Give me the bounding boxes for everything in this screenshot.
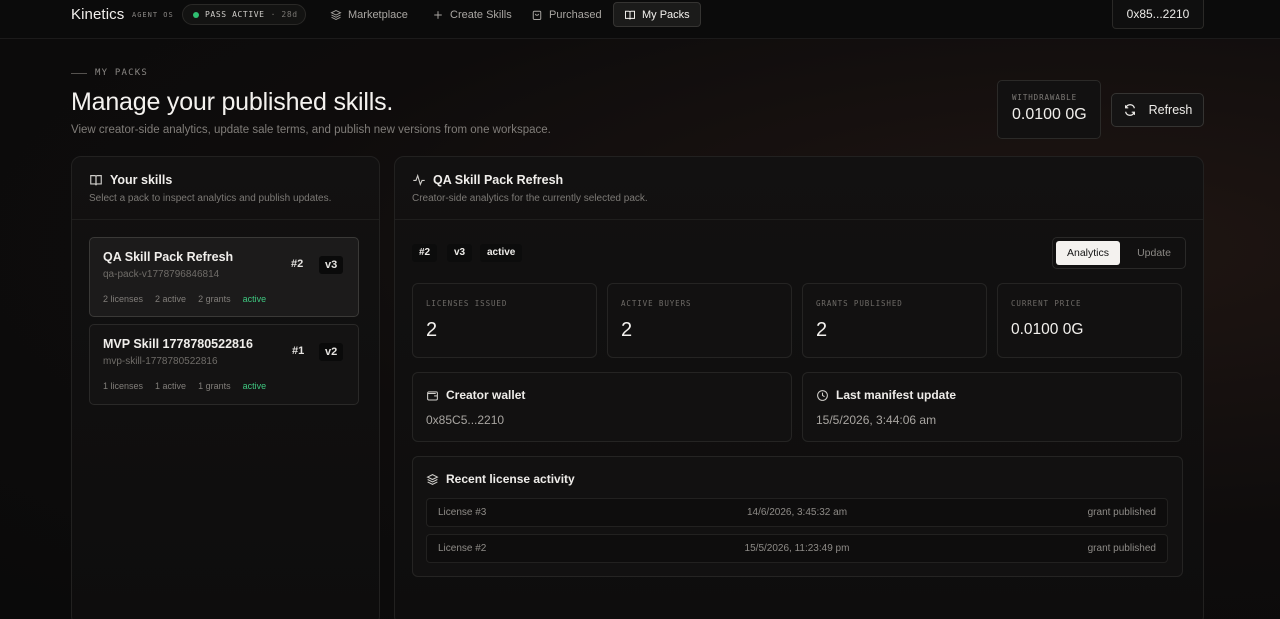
status-badge: active xyxy=(242,381,267,391)
nav-my-packs[interactable]: My Packs xyxy=(613,2,701,27)
refresh-label: Refresh xyxy=(1148,103,1193,117)
pass-days: · 28d xyxy=(270,10,298,19)
skills-panel-header: Your skills Select a pack to inspect ana… xyxy=(72,157,379,220)
pass-status-badge: PASS ACTIVE · 28d xyxy=(182,4,306,25)
manifest-update-label: Last manifest update xyxy=(816,388,956,402)
layers-icon xyxy=(330,9,342,20)
wallet-button[interactable]: 0x85...2210 xyxy=(1112,0,1204,29)
skill-slug: qa-pack-v1778796846814 xyxy=(103,269,220,280)
skill-version-badge: v2 xyxy=(319,343,344,361)
detail-panel-title: QA Skill Pack Refresh xyxy=(412,173,563,187)
stat-licenses-issued: LICENSES ISSUED 2 xyxy=(412,283,597,358)
manifest-update-value: 15/5/2026, 3:44:06 am xyxy=(816,413,937,427)
stat-grants-published: GRANTS PUBLISHED 2 xyxy=(802,283,987,358)
skills-panel-subtitle: Select a pack to inspect analytics and p… xyxy=(89,193,332,204)
activity-row[interactable]: License #2 15/5/2026, 11:23:49 pm grant … xyxy=(426,534,1168,563)
brand-logo[interactable]: Kinetics xyxy=(71,6,124,23)
withdrawable-card: WITHDRAWABLE 0.0100 0G xyxy=(997,80,1101,139)
eyebrow: MY PACKS xyxy=(71,68,148,78)
skill-card-qa-pack[interactable]: QA Skill Pack Refresh qa-pack-v177879684… xyxy=(89,237,359,317)
skill-name: MVP Skill 1778780522816 xyxy=(103,337,253,351)
skill-stats: 1 licenses 1 active 1 grants active xyxy=(103,381,267,391)
activity-row[interactable]: License #3 14/6/2026, 3:45:32 am grant p… xyxy=(426,498,1168,527)
skill-number: #1 xyxy=(292,345,305,357)
skill-stats: 2 licenses 2 active 2 grants active xyxy=(103,294,267,304)
recent-activity-card: Recent license activity License #3 14/6/… xyxy=(412,456,1183,577)
eyebrow-label: MY PACKS xyxy=(95,68,148,78)
book-icon xyxy=(90,175,102,186)
stat-current-price: CURRENT PRICE 0.0100 0G xyxy=(997,283,1182,358)
withdrawable-value: 0.0100 0G xyxy=(1012,106,1087,123)
bag-icon xyxy=(532,10,542,20)
view-tabs: Analytics Update xyxy=(1052,237,1186,269)
skill-name: QA Skill Pack Refresh xyxy=(103,250,234,264)
pack-version-tag: v3 xyxy=(447,244,473,262)
skills-panel: Your skills Select a pack to inspect ana… xyxy=(71,156,380,619)
skill-version-badge: v3 xyxy=(319,256,344,274)
nav-create-skills[interactable]: Create Skills xyxy=(422,2,522,27)
creator-wallet-card: Creator wallet 0x85C5...2210 xyxy=(412,372,792,442)
status-badge: active xyxy=(242,294,267,304)
brand-subtitle: AGENT OS xyxy=(132,11,174,19)
pack-status-tag: active xyxy=(480,244,523,262)
stat-active-buyers: ACTIVE BUYERS 2 xyxy=(607,283,792,358)
top-nav: Kinetics AGENT OS PASS ACTIVE · 28d Mark… xyxy=(0,0,1280,39)
nav-marketplace[interactable]: Marketplace xyxy=(320,2,418,27)
page-subtitle: View creator-side analytics, update sale… xyxy=(71,124,551,136)
refresh-icon xyxy=(1124,104,1135,116)
eyebrow-line xyxy=(71,72,87,74)
tab-analytics[interactable]: Analytics xyxy=(1056,241,1120,265)
creator-wallet-label: Creator wallet xyxy=(426,388,525,402)
manifest-update-card: Last manifest update 15/5/2026, 3:44:06 … xyxy=(802,372,1182,442)
activity-pulse-icon xyxy=(413,173,425,187)
pack-number-tag: #2 xyxy=(412,244,438,262)
nav-purchased[interactable]: Purchased xyxy=(521,2,612,27)
skill-number: #2 xyxy=(291,258,304,270)
plus-icon xyxy=(434,10,442,19)
skills-panel-title: Your skills xyxy=(89,173,172,187)
skill-card-mvp-skill[interactable]: MVP Skill 1778780522816 mvp-skill-177878… xyxy=(89,324,359,405)
wallet-icon xyxy=(427,390,438,400)
creator-wallet-value: 0x85C5...2210 xyxy=(426,413,505,427)
pass-label: PASS ACTIVE xyxy=(205,10,265,19)
detail-panel-subtitle: Creator-side analytics for the currently… xyxy=(412,193,648,204)
detail-panel-header: QA Skill Pack Refresh Creator-side analy… xyxy=(395,157,1203,220)
status-dot-icon xyxy=(193,11,199,18)
refresh-button[interactable]: Refresh xyxy=(1111,93,1204,127)
skill-slug: mvp-skill-1778780522816 xyxy=(103,356,218,367)
layers-icon xyxy=(426,473,439,485)
clock-icon xyxy=(817,389,828,401)
withdrawable-label: WITHDRAWABLE xyxy=(1012,93,1077,102)
page-title: Manage your published skills. xyxy=(71,88,394,116)
recent-activity-title: Recent license activity xyxy=(426,472,575,486)
book-icon xyxy=(625,10,635,20)
tab-update[interactable]: Update xyxy=(1123,241,1185,265)
